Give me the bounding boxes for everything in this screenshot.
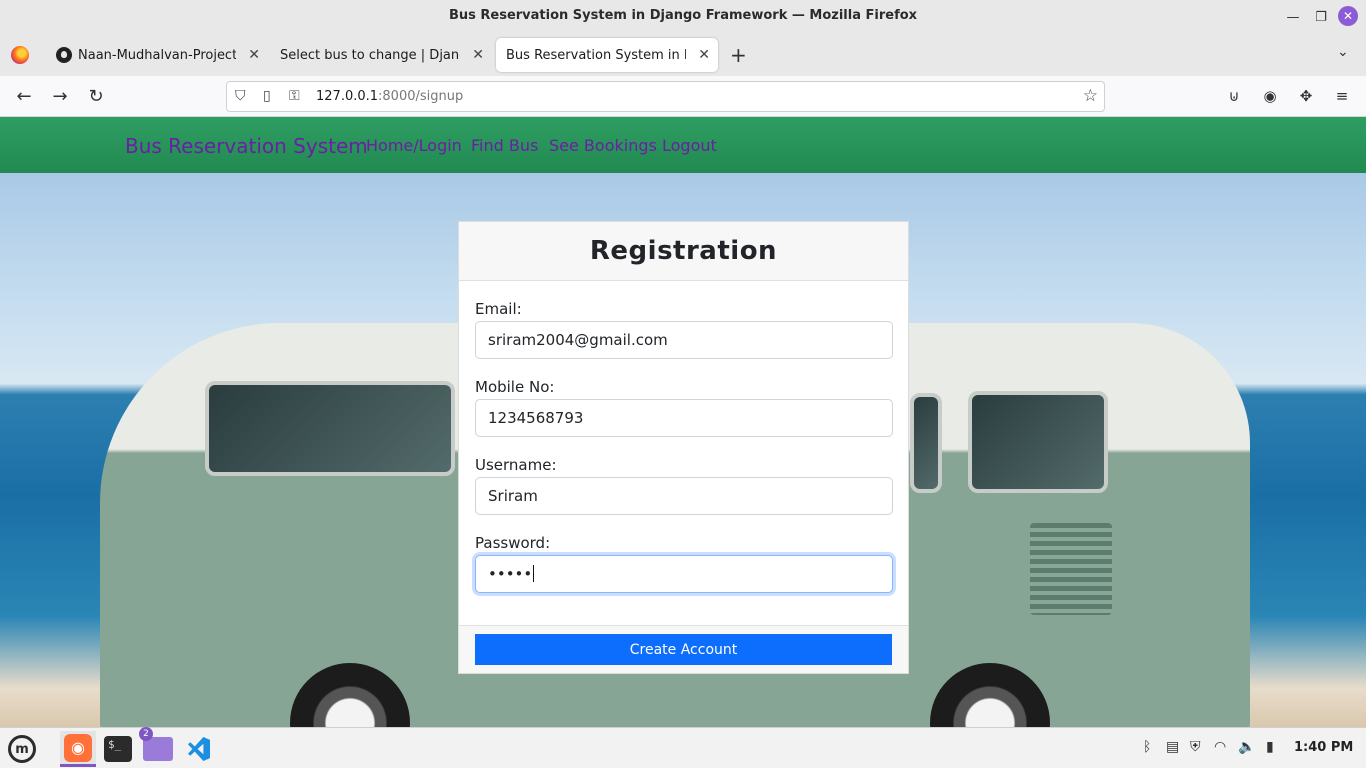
password-mask: ••••• <box>488 565 533 583</box>
vscode-icon <box>184 735 212 763</box>
nav-home-login[interactable]: Home/Login <box>366 136 462 155</box>
tab-github[interactable]: Naan-Mudhalvan-Project/Bus ✕ <box>46 38 268 72</box>
close-tab-icon[interactable]: ✕ <box>472 47 484 63</box>
window-titlebar: Bus Reservation System in Django Framewo… <box>0 0 1366 34</box>
window-title: Bus Reservation System in Django Framewo… <box>448 8 918 23</box>
tab-strip: Naan-Mudhalvan-Project/Bus ✕ Select bus … <box>0 34 1366 76</box>
nav-logout[interactable]: Logout <box>662 136 717 155</box>
wifi-icon[interactable]: ◠ <box>1214 739 1226 755</box>
url-host: 127.0.0.1 <box>316 89 379 104</box>
clock[interactable]: 1:40 PM <box>1294 740 1353 755</box>
card-footer: Create Account <box>459 625 908 673</box>
folder-icon: 2 <box>139 727 173 761</box>
tab-label: Naan-Mudhalvan-Project/Bus <box>78 47 236 63</box>
email-label: Email: <box>475 300 522 318</box>
key-icon[interactable]: ⚿ <box>289 88 300 104</box>
close-tab-icon[interactable]: ✕ <box>248 47 260 63</box>
taskbar-firefox[interactable]: ◉ <box>60 731 96 767</box>
password-label: Password: <box>475 534 551 552</box>
battery-icon[interactable]: ▮ <box>1266 739 1274 755</box>
url-path: :8000/signup <box>378 89 464 104</box>
tab-label: Bus Reservation System in Django <box>506 47 686 63</box>
pocket-icon[interactable]: ⊍ <box>1223 85 1245 107</box>
close-tab-icon[interactable]: ✕ <box>698 47 710 63</box>
address-bar[interactable]: ⛉ ▯ ⚿ 127.0.0.1:8000/signup ☆ <box>226 81 1105 112</box>
nav-see-bookings[interactable]: See Bookings <box>549 136 657 155</box>
close-window-button[interactable]: ✕ <box>1338 6 1358 26</box>
maximize-button[interactable]: ❐ <box>1310 6 1332 28</box>
tab-bus-reservation[interactable]: Bus Reservation System in Django ✕ <box>496 38 718 72</box>
site-brand-link[interactable]: Bus Reservation System <box>125 134 368 158</box>
mobile-field[interactable]: 1234568793 <box>475 399 893 437</box>
firefox-icon: ◉ <box>64 733 92 762</box>
van-window <box>205 381 455 476</box>
van-window <box>968 391 1108 493</box>
account-icon[interactable]: ◉ <box>1259 85 1281 107</box>
nav-find-bus[interactable]: Find Bus <box>471 136 538 155</box>
bookmark-star-icon[interactable]: ☆ <box>1083 86 1098 106</box>
terminal-icon: $_ <box>104 736 132 762</box>
clipboard-icon[interactable]: ▤ <box>1166 739 1179 755</box>
back-button[interactable]: ← <box>12 85 36 107</box>
van-window <box>910 393 942 493</box>
taskbar-terminal[interactable]: $_ <box>100 731 136 767</box>
registration-card: Registration Email: sriram2004@gmail.com… <box>458 221 909 674</box>
start-menu-button[interactable]: m <box>4 731 40 767</box>
site-navbar: Bus Reservation System Home/Login Find B… <box>0 117 1366 173</box>
password-field[interactable]: ••••• <box>475 555 893 593</box>
list-all-tabs-button[interactable]: ⌄ <box>1337 44 1349 60</box>
text-caret <box>533 565 535 582</box>
mobile-label: Mobile No: <box>475 378 555 396</box>
bluetooth-icon[interactable]: ᛒ <box>1143 739 1151 755</box>
reload-button[interactable]: ↻ <box>84 85 108 107</box>
window-count-badge: 2 <box>139 727 153 741</box>
volume-icon[interactable]: 🔈 <box>1238 739 1255 755</box>
username-label: Username: <box>475 456 557 474</box>
create-account-button[interactable]: Create Account <box>475 634 892 665</box>
firefox-view-icon[interactable] <box>11 46 29 64</box>
minimize-button[interactable]: — <box>1282 6 1304 28</box>
tab-django-admin[interactable]: Select bus to change | Django site ✕ <box>270 38 492 72</box>
page-info-icon[interactable]: ▯ <box>263 88 271 104</box>
new-tab-button[interactable]: + <box>730 43 747 67</box>
taskbar-files[interactable]: 2 <box>139 727 176 767</box>
tab-label: Select bus to change | Django site <box>280 47 460 63</box>
taskbar-vscode[interactable] <box>180 731 216 767</box>
mint-menu-icon: m <box>8 735 36 763</box>
navigation-toolbar: ← → ↻ ⛉ ▯ ⚿ 127.0.0.1:8000/signup ☆ ⊍ ◉ … <box>0 76 1366 117</box>
taskbar: m ◉ $_ 2 ᛒ ▤ ⛨ ◠ 🔈 ▮ 1:40 PM <box>0 727 1366 768</box>
tracking-shield-icon[interactable]: ⛉ <box>235 88 246 104</box>
username-field[interactable]: Sriram <box>475 477 893 515</box>
extensions-icon[interactable]: ✥ <box>1295 85 1317 107</box>
url-text[interactable]: 127.0.0.1:8000/signup <box>316 89 463 104</box>
van-grille <box>1030 523 1112 615</box>
menu-icon[interactable]: ≡ <box>1331 85 1353 107</box>
registration-title: Registration <box>589 236 778 266</box>
github-icon <box>56 47 72 63</box>
forward-button[interactable]: → <box>48 85 72 107</box>
update-shield-icon[interactable]: ⛨ <box>1190 739 1201 755</box>
email-field[interactable]: sriram2004@gmail.com <box>475 321 893 359</box>
card-header: Registration <box>459 222 908 281</box>
